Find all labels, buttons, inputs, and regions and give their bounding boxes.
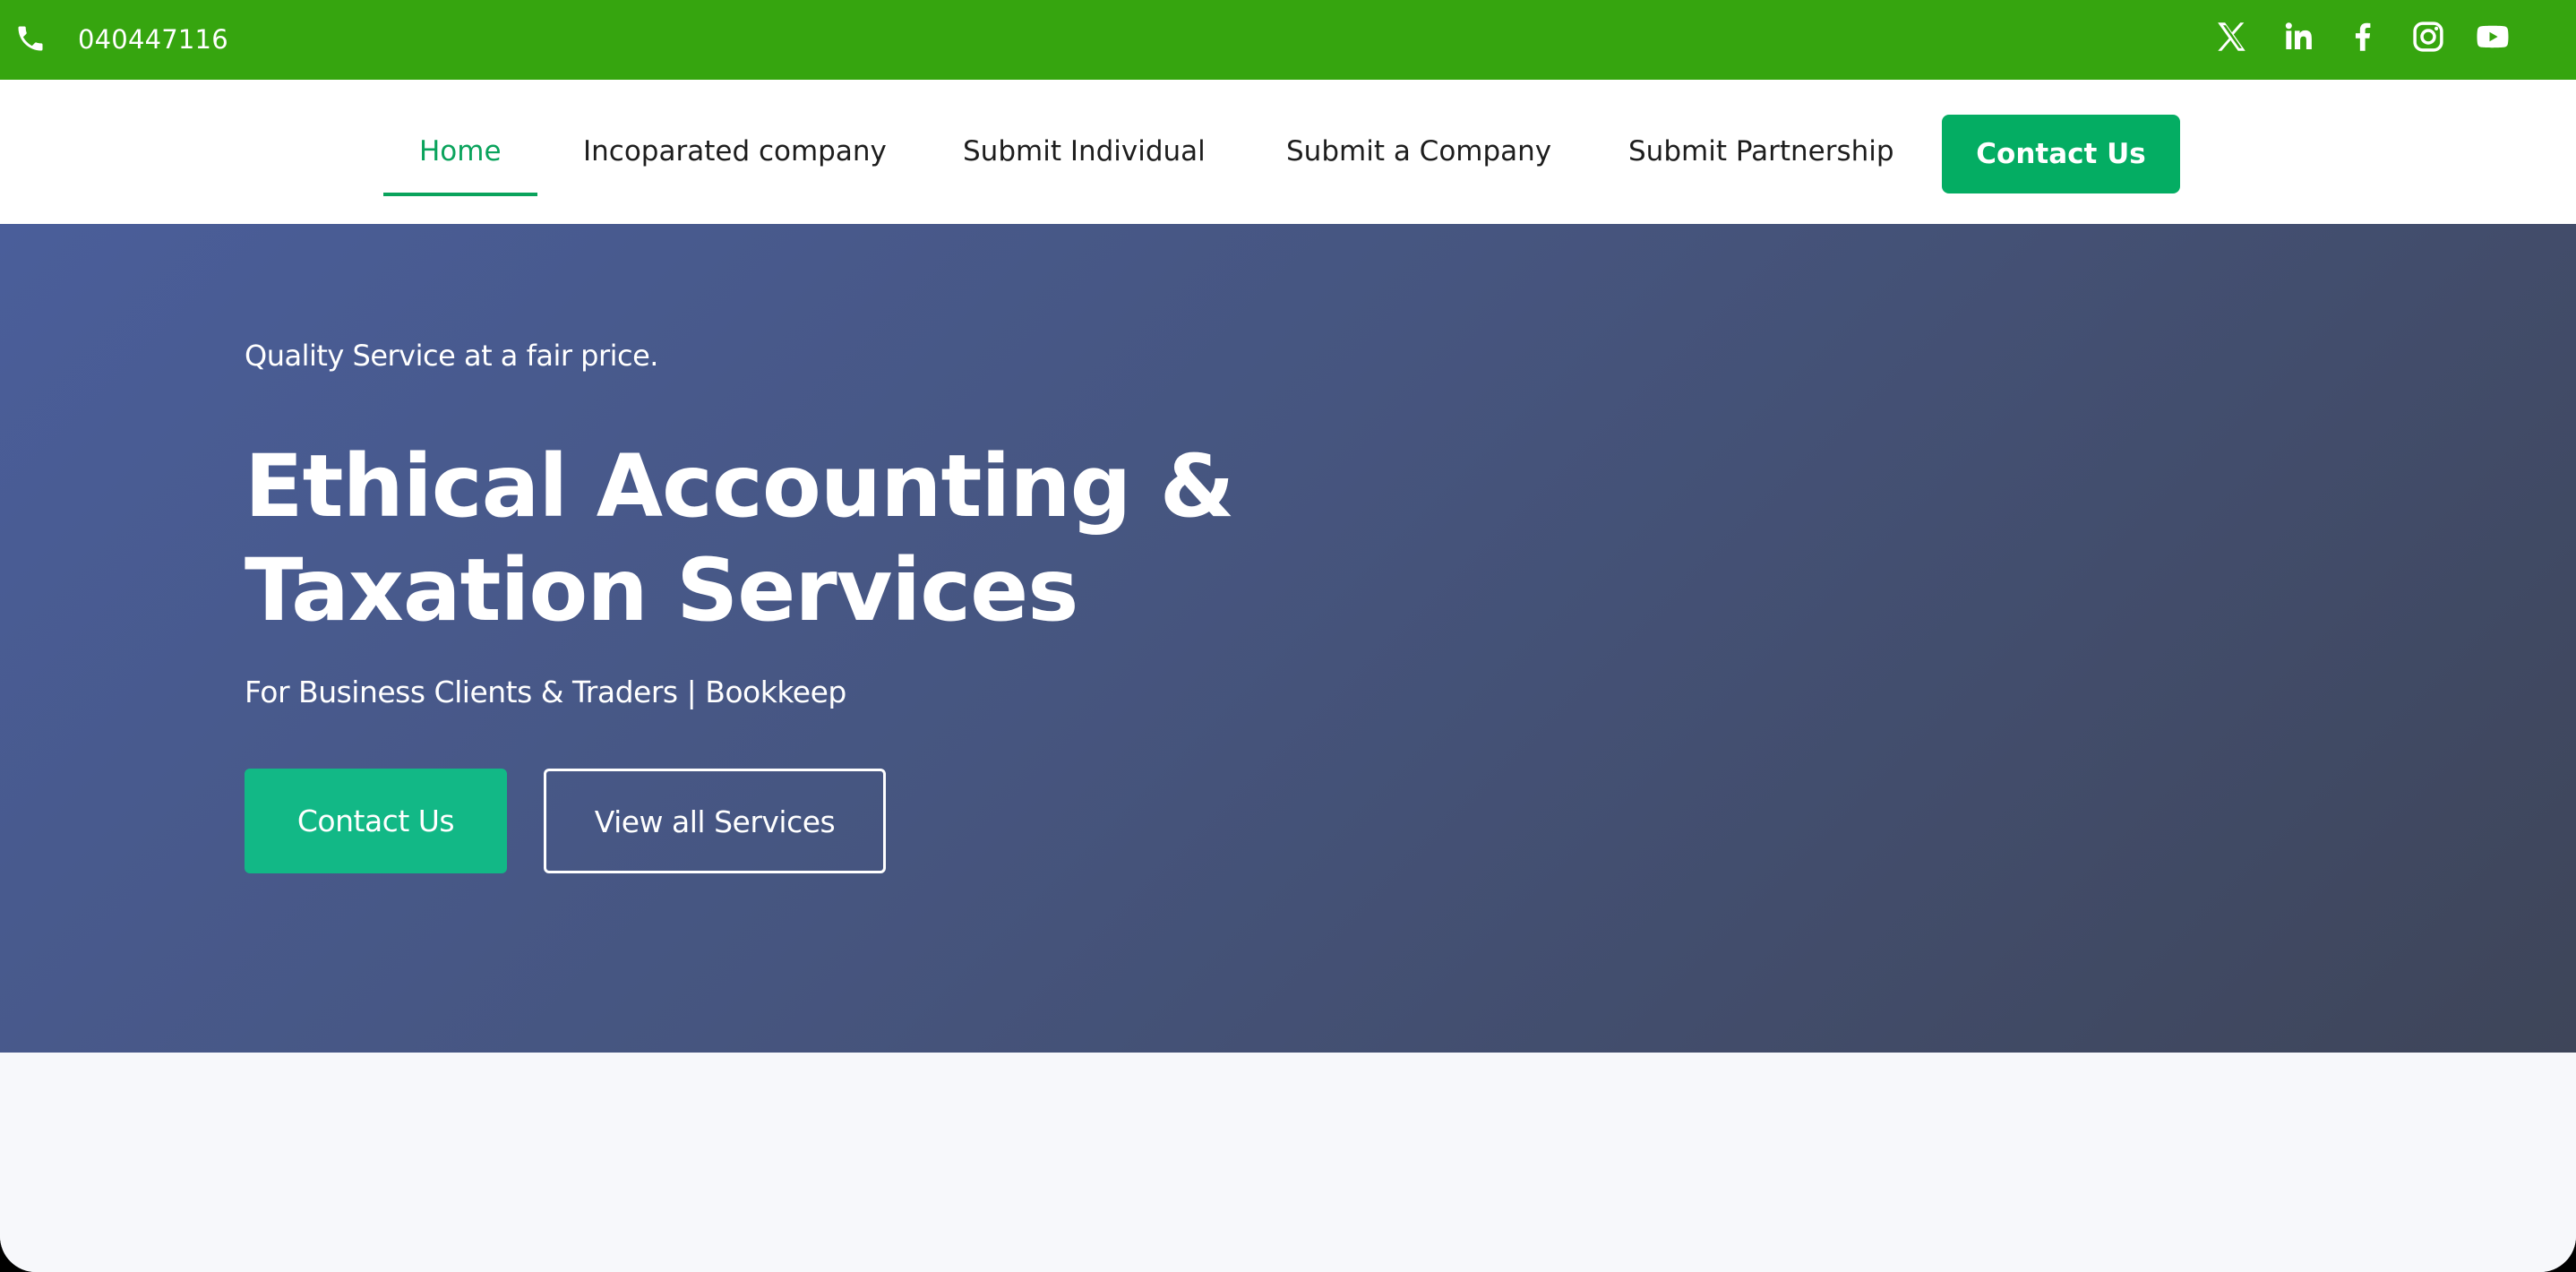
hero-contact-us-button[interactable]: Contact Us — [245, 769, 507, 873]
nav-item-incoparated-company[interactable]: Incoparated company — [583, 116, 887, 187]
linkedin-icon[interactable] — [2280, 18, 2317, 56]
instagram-icon[interactable] — [2409, 18, 2447, 56]
hero-title-line-2: Taxation Services — [245, 540, 1078, 640]
top-contact-bar: 040447116 — [0, 0, 2576, 80]
nav-item-submit-individual[interactable]: Submit Individual — [963, 116, 1206, 187]
nav-item-home[interactable]: Home — [383, 116, 537, 196]
nav-contact-us-button[interactable]: Contact Us — [1942, 115, 2180, 193]
hero-section: Quality Service at a fair price. Ethical… — [0, 224, 2576, 1053]
phone-icon — [14, 21, 47, 56]
nav-item-submit-a-company[interactable]: Submit a Company — [1286, 116, 1551, 187]
content-section — [0, 1053, 2576, 1272]
hero-title-line-1: Ethical Accounting & — [245, 436, 1234, 537]
phone-number-link[interactable]: 040447116 — [78, 20, 228, 59]
nav-item-submit-partnership[interactable]: Submit Partnership — [1628, 116, 1894, 187]
facebook-icon[interactable] — [2344, 18, 2382, 56]
youtube-icon[interactable] — [2474, 18, 2512, 56]
x-icon[interactable] — [2212, 18, 2250, 56]
hero-subtitle: For Business Clients & Traders | Bookkee… — [245, 675, 846, 709]
page: 040447116 Home Incoparated company Submi… — [0, 0, 2576, 1272]
view-all-services-button[interactable]: View all Services — [544, 769, 886, 873]
hero-tagline: Quality Service at a fair price. — [245, 339, 658, 373]
main-navigation: Home Incoparated company Submit Individu… — [0, 80, 2576, 224]
hero-title: Ethical Accounting & Taxation Services — [245, 434, 1319, 642]
